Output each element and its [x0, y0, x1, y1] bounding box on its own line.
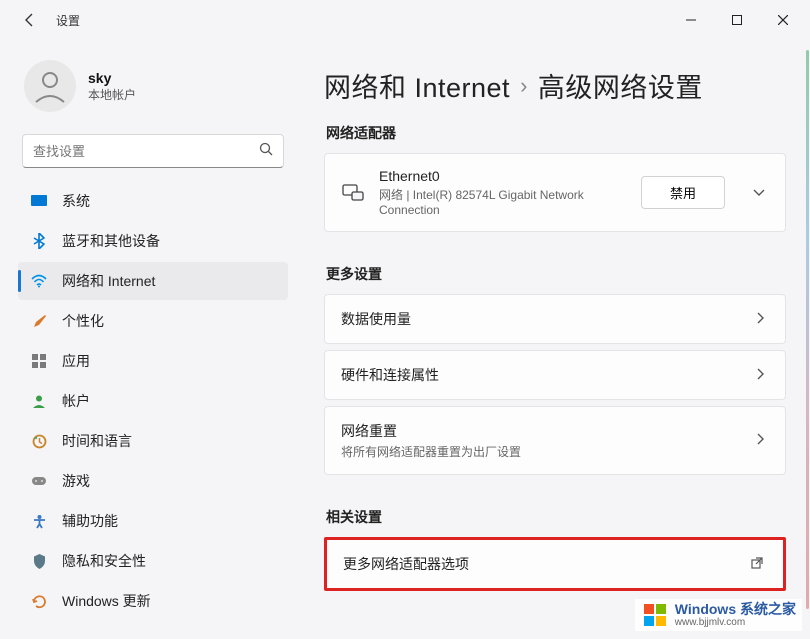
wifi-icon — [30, 272, 48, 290]
content-area: 网络和 Internet › 高级网络设置 网络适配器 Ethernet0 网络… — [300, 40, 810, 639]
section-adapters-label: 网络适配器 — [326, 123, 786, 143]
breadcrumb-parent[interactable]: 网络和 Internet — [324, 66, 510, 105]
adapter-row[interactable]: Ethernet0 网络 | Intel(R) 82574L Gigabit N… — [325, 154, 785, 231]
minimize-button[interactable] — [668, 4, 714, 36]
chevron-right-icon: › — [520, 73, 528, 99]
hardware-props-card: 硬件和连接属性 — [324, 350, 786, 400]
maximize-button[interactable] — [714, 4, 760, 36]
nav-system[interactable]: 系统 — [18, 182, 288, 220]
section-related-label: 相关设置 — [326, 507, 786, 527]
breadcrumb: 网络和 Internet › 高级网络设置 — [324, 66, 786, 105]
person-icon — [30, 392, 48, 410]
watermark-title: Windows 系统之家 — [675, 602, 796, 617]
hardware-props-row[interactable]: 硬件和连接属性 — [325, 351, 785, 399]
nav-label: 帐户 — [62, 391, 90, 411]
close-button[interactable] — [760, 4, 806, 36]
clock-icon — [30, 432, 48, 450]
user-block[interactable]: sky 本地帐户 — [18, 48, 288, 130]
nav-apps[interactable]: 应用 — [18, 342, 288, 380]
display-icon — [30, 192, 48, 210]
chevron-down-icon[interactable] — [749, 185, 769, 200]
disable-button[interactable]: 禁用 — [641, 176, 725, 209]
card-title: 硬件和连接属性 — [341, 365, 739, 385]
card-title: 数据使用量 — [341, 309, 739, 329]
nav-list: 系统 蓝牙和其他设备 网络和 Internet 个性化 应用 帐户 — [18, 182, 288, 620]
nav-label: 网络和 Internet — [62, 271, 155, 291]
accent-strip — [806, 50, 809, 609]
nav-label: Windows 更新 — [62, 591, 151, 611]
watermark-logo-icon — [641, 601, 669, 629]
nav-accounts[interactable]: 帐户 — [18, 382, 288, 420]
back-button[interactable] — [20, 10, 40, 30]
network-reset-card: 网络重置 将所有网络适配器重置为出厂设置 — [324, 406, 786, 475]
user-name: sky — [88, 70, 136, 86]
ethernet-icon — [341, 184, 365, 202]
apps-icon — [30, 352, 48, 370]
adapter-desc: 网络 | Intel(R) 82574L Gigabit Network Con… — [379, 186, 627, 217]
card-subtitle: 将所有网络适配器重置为出厂设置 — [341, 443, 739, 460]
window-controls — [668, 4, 806, 36]
app-title: 设置 — [56, 12, 80, 29]
brush-icon — [30, 312, 48, 330]
titlebar: 设置 — [0, 0, 810, 40]
nav-label: 时间和语言 — [62, 431, 132, 451]
adapter-card: Ethernet0 网络 | Intel(R) 82574L Gigabit N… — [324, 153, 786, 232]
nav-label: 个性化 — [62, 311, 104, 331]
more-adapter-options-row[interactable]: 更多网络适配器选项 — [327, 540, 783, 588]
nav-label: 系统 — [62, 191, 90, 211]
card-title: 网络重置 — [341, 421, 739, 441]
nav-label: 应用 — [62, 351, 90, 371]
nav-network[interactable]: 网络和 Internet — [18, 262, 288, 300]
update-icon — [30, 592, 48, 610]
nav-gaming[interactable]: 游戏 — [18, 462, 288, 500]
nav-bluetooth[interactable]: 蓝牙和其他设备 — [18, 222, 288, 260]
data-usage-card: 数据使用量 — [324, 294, 786, 344]
search-box[interactable] — [22, 134, 284, 168]
search-icon — [259, 142, 273, 161]
section-more-label: 更多设置 — [326, 264, 786, 284]
nav-time[interactable]: 时间和语言 — [18, 422, 288, 460]
watermark: Windows 系统之家 www.bjjmlv.com — [635, 599, 802, 631]
nav-personalization[interactable]: 个性化 — [18, 302, 288, 340]
card-title: 更多网络适配器选项 — [343, 554, 733, 574]
data-usage-row[interactable]: 数据使用量 — [325, 295, 785, 343]
shield-icon — [30, 552, 48, 570]
avatar — [24, 60, 76, 112]
chevron-right-icon — [753, 312, 769, 327]
gamepad-icon — [30, 472, 48, 490]
breadcrumb-current: 高级网络设置 — [538, 66, 703, 105]
search-input[interactable] — [33, 144, 259, 159]
adapter-name: Ethernet0 — [379, 168, 627, 184]
watermark-url: www.bjjmlv.com — [675, 617, 796, 628]
network-reset-row[interactable]: 网络重置 将所有网络适配器重置为出厂设置 — [325, 407, 785, 474]
accessibility-icon — [30, 512, 48, 530]
nav-label: 游戏 — [62, 471, 90, 491]
chevron-right-icon — [753, 433, 769, 448]
nav-privacy[interactable]: 隐私和安全性 — [18, 542, 288, 580]
nav-label: 隐私和安全性 — [62, 551, 146, 571]
bluetooth-icon — [30, 232, 48, 250]
chevron-right-icon — [753, 368, 769, 383]
user-account-type: 本地帐户 — [88, 86, 136, 103]
nav-label: 辅助功能 — [62, 511, 118, 531]
nav-label: 蓝牙和其他设备 — [62, 231, 160, 251]
nav-accessibility[interactable]: 辅助功能 — [18, 502, 288, 540]
more-adapter-options-card: 更多网络适配器选项 — [324, 537, 786, 591]
sidebar: sky 本地帐户 系统 蓝牙和其他设备 网络和 Internet — [0, 40, 300, 639]
external-link-icon — [747, 557, 767, 572]
nav-update[interactable]: Windows 更新 — [18, 582, 288, 620]
